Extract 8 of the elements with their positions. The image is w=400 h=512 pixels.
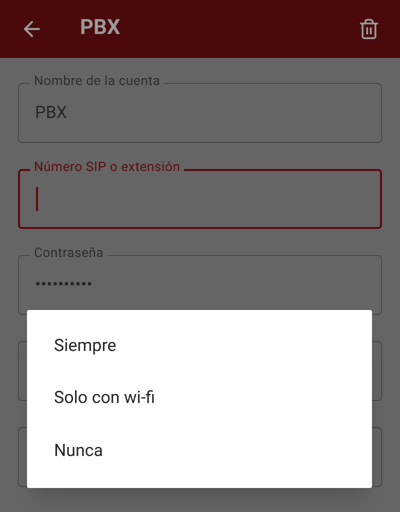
dialog-option[interactable]: Siempre (27, 320, 372, 373)
field-value: •••••••••• (35, 274, 92, 298)
field-value: PBX (35, 102, 67, 126)
text-cursor (36, 187, 38, 211)
dialog-option[interactable]: Solo con wi-fi (27, 372, 372, 426)
app-title: PBX (80, 15, 120, 42)
dialog-option[interactable]: Nunca (27, 425, 372, 478)
trash-icon[interactable] (358, 17, 380, 41)
